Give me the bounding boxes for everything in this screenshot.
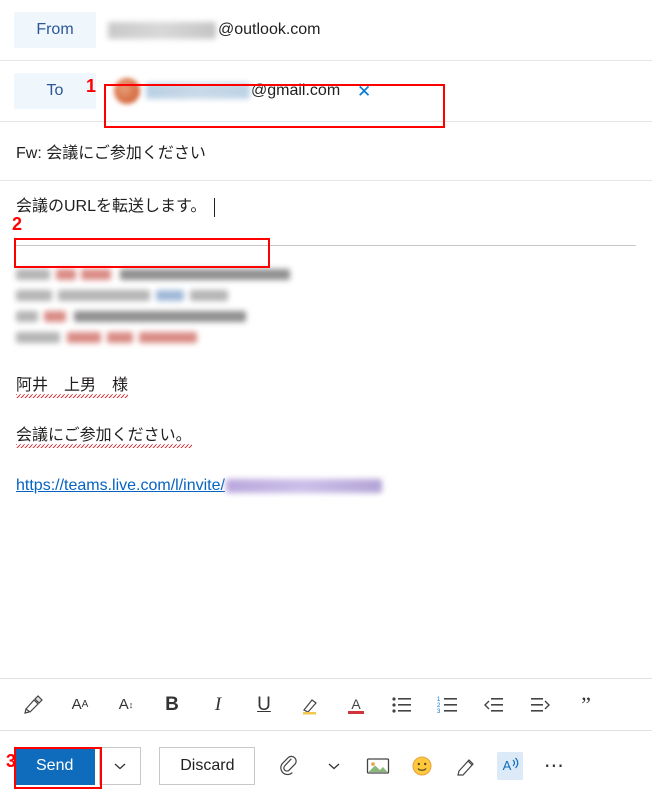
from-label[interactable]: From bbox=[14, 12, 96, 48]
annotation-marker-1: 1 bbox=[86, 76, 97, 96]
formatting-toolbar: AA A ↕ B I U A 1 2 3 ” bbox=[0, 678, 652, 730]
from-address[interactable]: @outlook.com bbox=[108, 21, 321, 39]
quoted-sentence-text: 会議にご参加ください。 bbox=[16, 427, 192, 444]
attach-icon[interactable] bbox=[277, 752, 303, 780]
message-body[interactable]: 会議のURLを転送します。 阿井 上男 様 会議にご参加ください。 https:… bbox=[0, 181, 652, 599]
font-size-grow-icon[interactable]: AA bbox=[68, 692, 92, 718]
quoted-greeting-line: 阿井 上男 様 bbox=[16, 374, 128, 398]
send-group: Send bbox=[14, 746, 142, 785]
emoji-icon[interactable] bbox=[409, 752, 435, 780]
quoted-header-line bbox=[16, 264, 636, 285]
meeting-link-redaction bbox=[225, 479, 382, 493]
annotation-marker-3: 3 bbox=[6, 751, 17, 771]
send-button[interactable]: Send bbox=[14, 746, 96, 785]
increase-indent-icon[interactable] bbox=[528, 692, 552, 718]
action-icon-group: A ⋯ bbox=[277, 751, 567, 780]
to-recipient-pill[interactable]: @gmail.com ✕ bbox=[108, 74, 378, 108]
quoted-headers bbox=[16, 264, 636, 348]
decrease-indent-icon[interactable] bbox=[482, 692, 506, 718]
font-color-icon[interactable]: A bbox=[344, 692, 368, 718]
signature-icon[interactable] bbox=[453, 752, 479, 780]
quoted-sentence-line: 会議にご参加ください。 bbox=[16, 424, 192, 448]
quoted-greeting-text: 阿井 上男 様 bbox=[16, 377, 129, 394]
annotation-marker-2: 2 bbox=[12, 214, 23, 234]
remove-recipient-icon[interactable]: ✕ bbox=[354, 81, 374, 101]
compose-window: From @outlook.com To @gmail.com ✕ 1 Fw: … bbox=[0, 0, 652, 800]
to-field[interactable]: @gmail.com ✕ bbox=[108, 74, 378, 108]
bold-icon[interactable]: B bbox=[160, 692, 184, 718]
subject-row[interactable]: Fw: 会議にご参加ください bbox=[0, 122, 652, 181]
text-caret bbox=[214, 197, 216, 217]
svg-text:A: A bbox=[503, 758, 512, 773]
action-bar: Send Discard A ⋯ bbox=[0, 730, 652, 800]
from-row: From @outlook.com bbox=[0, 0, 652, 61]
attach-chevron-icon[interactable] bbox=[321, 752, 347, 780]
quoted-header-line bbox=[16, 306, 636, 327]
meeting-link-text[interactable]: https://teams.live.com/l/invite/ bbox=[16, 474, 225, 498]
subject-text: Fw: 会議にご参加ください bbox=[16, 145, 206, 162]
send-options-chevron-icon[interactable] bbox=[99, 746, 142, 785]
dictate-icon[interactable]: A bbox=[497, 751, 524, 780]
font-size-shrink-icon[interactable]: A ↕ bbox=[114, 692, 138, 718]
to-label[interactable]: To bbox=[14, 73, 96, 109]
quoted-header-line bbox=[16, 327, 636, 348]
discard-button[interactable]: Discard bbox=[159, 746, 256, 785]
avatar bbox=[114, 78, 140, 104]
typed-body-line: 会議のURLを転送します。 bbox=[16, 195, 636, 219]
typed-body-text: 会議のURLを転送します。 bbox=[16, 198, 207, 215]
to-recipient-domain: @gmail.com bbox=[251, 82, 341, 99]
from-address-redaction bbox=[108, 21, 216, 39]
insert-picture-icon[interactable] bbox=[365, 752, 391, 780]
underline-icon[interactable]: U bbox=[252, 692, 276, 718]
from-address-domain: @outlook.com bbox=[218, 21, 321, 38]
to-row: To @gmail.com ✕ bbox=[0, 61, 652, 122]
meeting-link-line[interactable]: https://teams.live.com/l/invite/ bbox=[16, 474, 636, 498]
numbered-list-icon[interactable]: 1 2 3 bbox=[436, 692, 460, 718]
svg-text:A: A bbox=[351, 696, 361, 712]
italic-icon[interactable]: I bbox=[206, 692, 230, 718]
more-options-icon[interactable]: ⋯ bbox=[541, 752, 567, 780]
bulleted-list-icon[interactable] bbox=[390, 692, 414, 718]
svg-text:3: 3 bbox=[437, 709, 441, 714]
highlight-icon[interactable] bbox=[298, 692, 322, 718]
to-recipient-name-redaction bbox=[146, 83, 250, 99]
quote-icon[interactable]: ” bbox=[574, 692, 598, 718]
quoted-header-line bbox=[16, 285, 636, 306]
quoted-divider bbox=[16, 245, 636, 246]
format-painter-icon[interactable] bbox=[22, 692, 46, 718]
